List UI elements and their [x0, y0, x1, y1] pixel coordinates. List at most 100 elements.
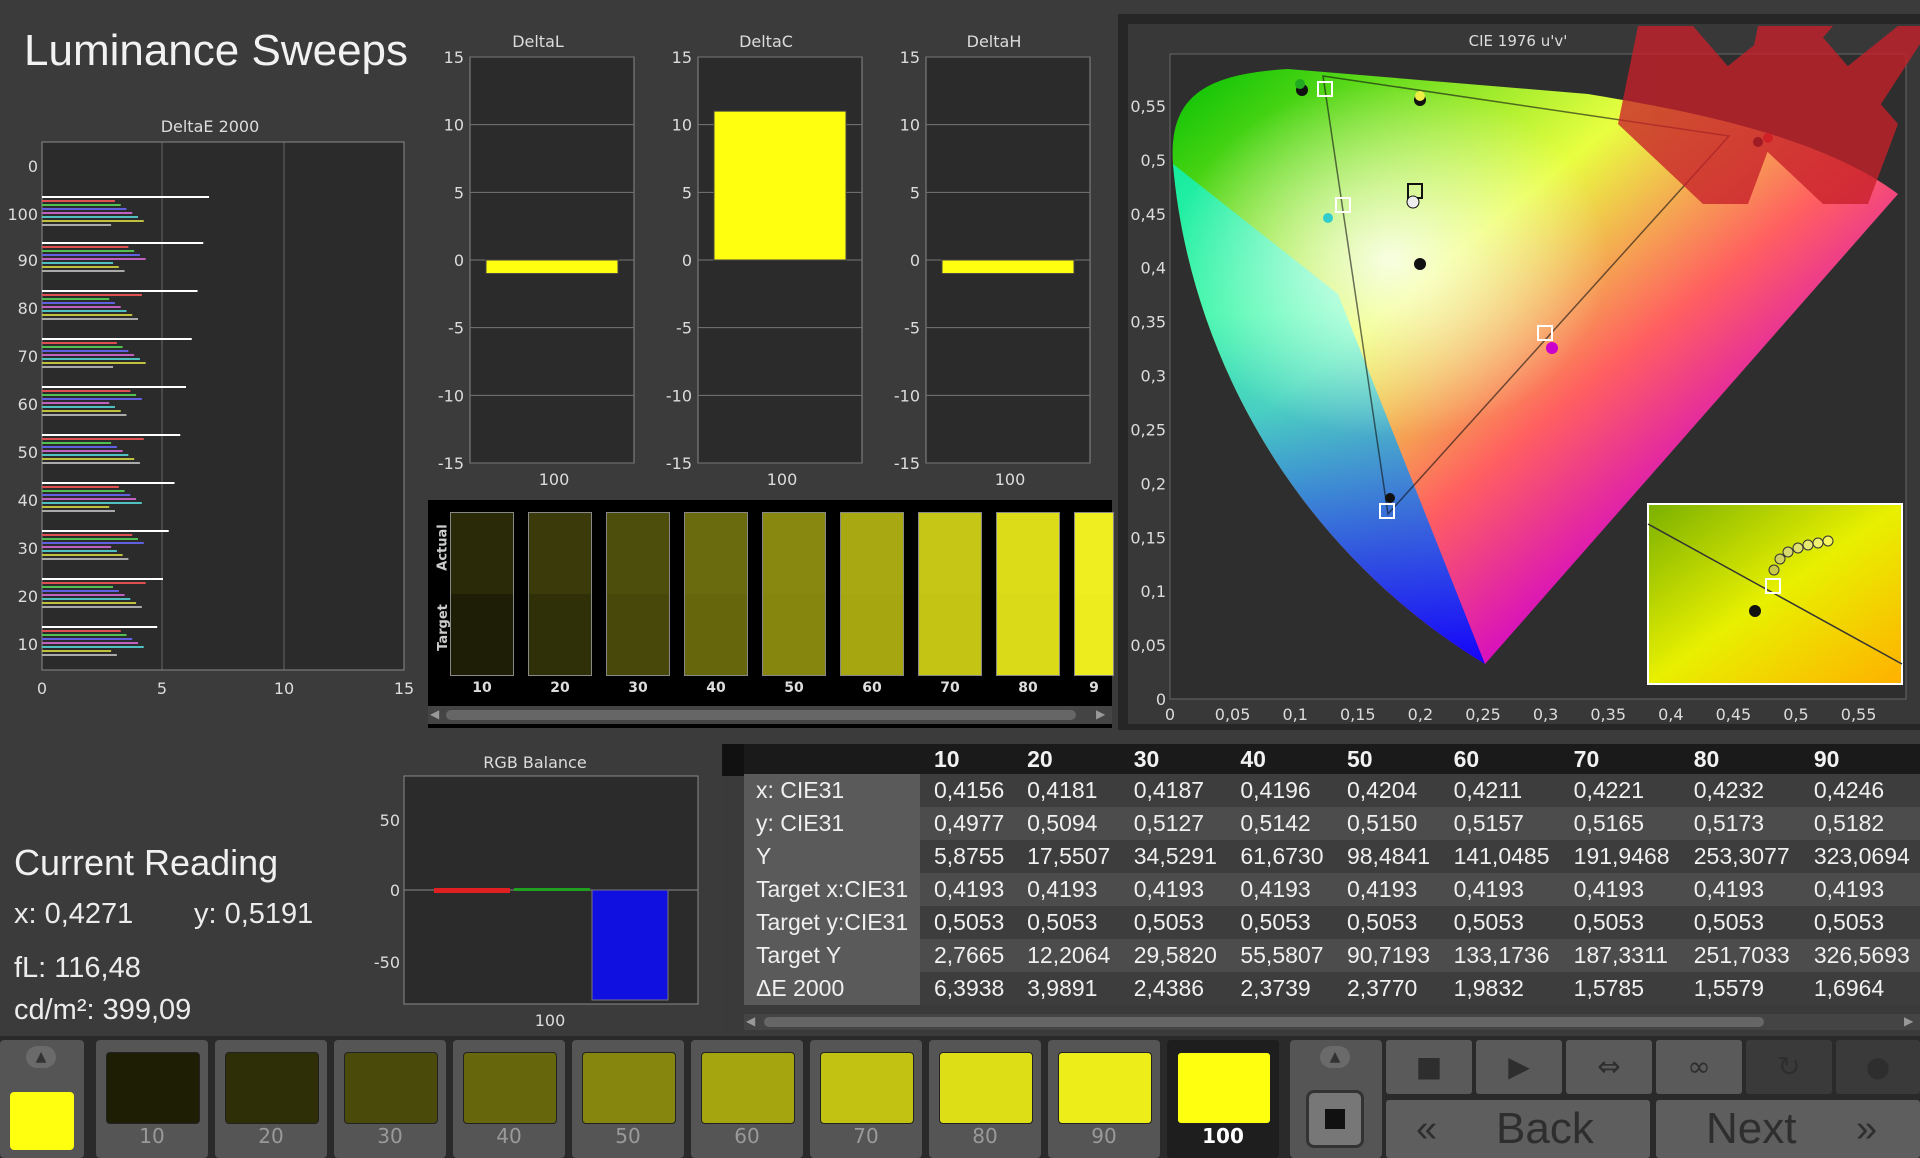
swatch-label: 30: [377, 1124, 403, 1148]
table-row: Target y:CIE31 0,5053 0,5053 0,5053 0,5053 0,…: [744, 906, 1920, 939]
swatch-label: 80: [972, 1124, 998, 1148]
swatch-button-80[interactable]: 80: [929, 1040, 1041, 1158]
deltaE-bar: [42, 270, 125, 272]
deltaE-y-tick: 70: [18, 347, 38, 366]
deltaE-bar: [42, 582, 146, 584]
next-button[interactable]: Next »: [1656, 1100, 1920, 1158]
back-button[interactable]: « Back: [1386, 1100, 1650, 1158]
swatch-label: 40: [496, 1124, 522, 1148]
fit-icon[interactable]: ⇔: [1566, 1040, 1652, 1094]
deltaE-y-tick: 80: [18, 299, 38, 318]
table-cell: 326,5693: [1799, 939, 1920, 972]
table-cell: 0,4977: [920, 807, 1014, 840]
app-title: Luminance Sweeps: [24, 26, 409, 75]
table-cell: 0,4193: [1559, 873, 1680, 906]
swatch-button-40[interactable]: 40: [453, 1040, 565, 1158]
record-icon[interactable]: ●: [1836, 1040, 1920, 1094]
table-scroll-thumb[interactable]: [764, 1017, 1764, 1027]
stop-square-button[interactable]: [1306, 1090, 1364, 1148]
table-cell: 0,4193: [1439, 873, 1560, 906]
deltaE-bar: [42, 506, 110, 508]
deltaE-chart: DeltaE 2000 0 5 10 15 0 100 90 80 70 60 50 40 30 20 10: [7, 117, 414, 698]
deltaE-y-tick: 0: [28, 157, 38, 176]
table-col-header: 20: [1027, 745, 1053, 772]
strip-cell: [840, 512, 904, 676]
table-row: Y 5,8755 17,5507 34,5291 61,6730 98,4841 141,0…: [744, 840, 1920, 873]
deltaE-bar: [42, 224, 112, 226]
next-label: Next: [1706, 1104, 1797, 1153]
stop-icon[interactable]: ■: [1386, 1040, 1472, 1094]
swatch-button-100[interactable]: 100: [1167, 1040, 1279, 1158]
strip-cell-label: 70: [940, 680, 960, 696]
swatch-color: [1058, 1052, 1152, 1124]
swatch-label: 70: [853, 1124, 879, 1148]
table-cell: 29,5820: [1119, 939, 1227, 972]
strip-cell: [684, 512, 748, 676]
scroll-left-arrow[interactable]: ◀: [430, 707, 439, 721]
deltaE-bar: [42, 538, 138, 540]
deltaE-bar: [42, 578, 163, 580]
target-label: Target: [435, 604, 451, 651]
refresh-icon[interactable]: ↻: [1746, 1040, 1832, 1094]
deltaE-x-tick: 0: [37, 679, 47, 698]
deltaE-bar: [42, 434, 181, 436]
deltaE-x-tick: 10: [274, 679, 294, 698]
deltaE-bar: [42, 254, 140, 256]
table-cell: 55,5807: [1226, 939, 1333, 972]
ctrl-up-button[interactable]: ▲: [1320, 1046, 1350, 1068]
loop-icon[interactable]: ∞: [1656, 1040, 1742, 1094]
swatch-button-60[interactable]: 60: [691, 1040, 803, 1158]
deltaE-bar: [42, 338, 192, 340]
table-cell: 253,3077: [1679, 840, 1800, 873]
table-row: y: CIE31 0,4977 0,5094 0,5127 0,5142 0,5150 0,…: [744, 807, 1920, 840]
table-cell: 0,4246: [1799, 774, 1920, 807]
deltaE-bar: [42, 414, 127, 416]
rgb-y-tick: -50: [374, 953, 400, 972]
deltaE-bar: [42, 642, 138, 644]
deltaE-y-tick: 50: [18, 443, 38, 462]
data-table-container: 10 20 30 40 50 60 70 80 90 x: CIE31 0,4156 0,4181 0…: [722, 744, 1920, 1034]
table-cell: 0,5150: [1332, 807, 1440, 840]
table-cell: 0,5053: [1439, 906, 1560, 939]
deltaE-bar: [42, 306, 121, 308]
cie-x-tick: 0,05: [1215, 705, 1251, 724]
swatch-button-50[interactable]: 50: [572, 1040, 684, 1158]
swatch-button-30[interactable]: 30: [334, 1040, 446, 1158]
deltaE-bar: [42, 266, 119, 268]
strip-cell-label: 60: [862, 680, 882, 696]
deltaE-bar: [42, 482, 175, 484]
table-scroll-right[interactable]: ▶: [1904, 1014, 1913, 1028]
scroll-right-arrow[interactable]: ▶: [1096, 707, 1105, 721]
cie-x-tick: 0,25: [1465, 705, 1501, 724]
delta-y-tick: 5: [910, 183, 920, 202]
swatch-button-20[interactable]: 20: [215, 1040, 327, 1158]
table-scrollbar[interactable]: ◀ ▶: [744, 1014, 1920, 1030]
deltaE-x-tick: 15: [394, 679, 414, 698]
deltaE-bar: [42, 590, 119, 592]
swatch-button-10[interactable]: 10: [96, 1040, 208, 1158]
table-scroll-left[interactable]: ◀: [746, 1014, 755, 1028]
deltaE-bar: [42, 402, 110, 404]
table-cell: 6,3938: [920, 972, 1014, 1005]
table-cell: 0,4204: [1332, 774, 1440, 807]
deltaE-bar: [42, 366, 114, 368]
green-bar: [514, 888, 590, 891]
swatch-button-90[interactable]: 90: [1048, 1040, 1160, 1158]
table-cell: 191,9468: [1559, 840, 1680, 873]
rgb-y-tick: 0: [390, 881, 400, 900]
deltaE-y-tick: 30: [18, 539, 38, 558]
deltaE-y-tick: 20: [18, 587, 38, 606]
actual-label: Actual: [435, 524, 451, 571]
strip-scrollbar[interactable]: ◀ ▶: [428, 706, 1112, 724]
delta-y-tick: 5: [454, 183, 464, 202]
scroll-thumb[interactable]: [446, 710, 1076, 720]
deltaE-chart-title: DeltaE 2000: [161, 117, 260, 136]
table-cell: 0,4193: [920, 873, 1014, 906]
delta-y-tick: -5: [904, 319, 920, 338]
swatch-up-button[interactable]: ▲: [26, 1046, 56, 1068]
deltaE-bar: [42, 550, 117, 552]
play-icon[interactable]: ▶: [1476, 1040, 1562, 1094]
swatch-button-70[interactable]: 70: [810, 1040, 922, 1158]
deltaE-bar: [42, 462, 140, 464]
table-cell: 2,3770: [1332, 972, 1440, 1005]
